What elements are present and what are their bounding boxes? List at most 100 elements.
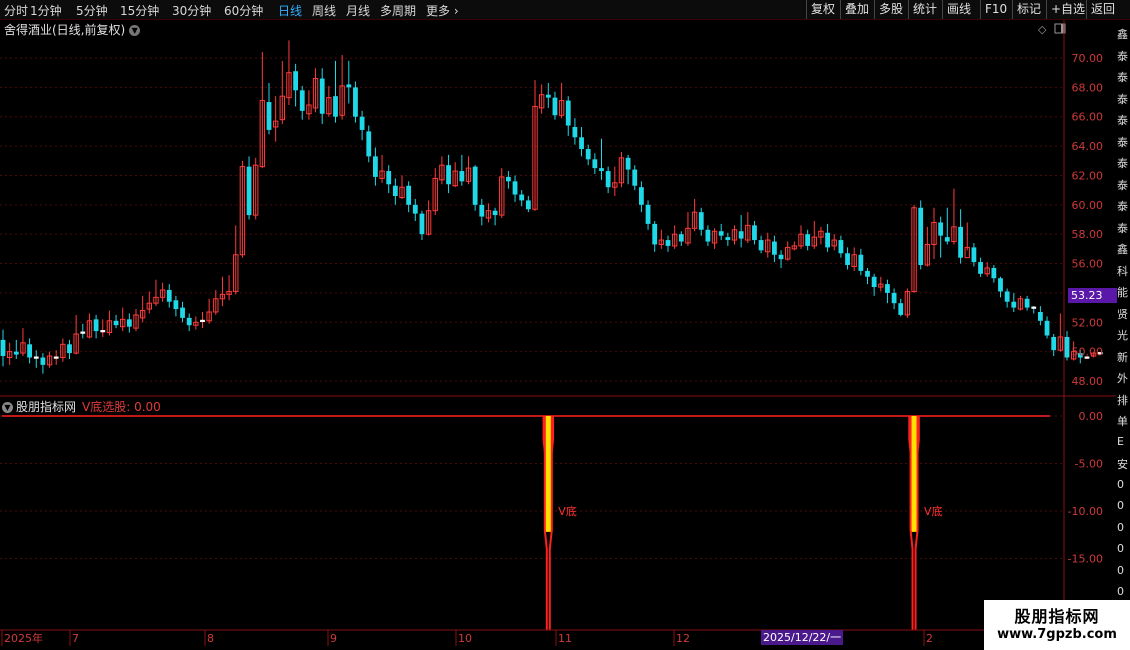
candle[interactable] bbox=[885, 279, 890, 304]
candle[interactable] bbox=[665, 235, 671, 252]
candle[interactable] bbox=[53, 350, 59, 365]
candle[interactable] bbox=[984, 262, 990, 277]
candle[interactable] bbox=[0, 329, 6, 367]
candle[interactable] bbox=[412, 198, 418, 221]
candle[interactable] bbox=[745, 212, 751, 243]
candle[interactable] bbox=[6, 342, 13, 365]
candle[interactable] bbox=[711, 228, 718, 249]
candle[interactable] bbox=[599, 138, 604, 180]
candle[interactable] bbox=[206, 298, 212, 324]
candle[interactable] bbox=[738, 215, 744, 248]
candle[interactable] bbox=[346, 60, 352, 104]
candle[interactable] bbox=[911, 204, 917, 293]
candle[interactable] bbox=[671, 225, 678, 249]
candle[interactable] bbox=[898, 298, 904, 317]
candle[interactable] bbox=[27, 338, 32, 364]
candle[interactable] bbox=[46, 351, 53, 368]
candle[interactable] bbox=[392, 178, 398, 205]
diamond-icon[interactable]: ◇ bbox=[1038, 23, 1047, 36]
candle[interactable] bbox=[13, 339, 19, 359]
candle[interactable] bbox=[525, 196, 531, 213]
candle[interactable] bbox=[272, 96, 279, 142]
candle[interactable] bbox=[73, 314, 79, 355]
candle[interactable] bbox=[924, 226, 931, 267]
candle[interactable] bbox=[998, 276, 1003, 298]
candle[interactable] bbox=[791, 241, 798, 251]
candle[interactable] bbox=[326, 85, 332, 117]
candle[interactable] bbox=[851, 247, 857, 271]
candle[interactable] bbox=[778, 250, 784, 268]
chevron-down-icon[interactable]: ▼ bbox=[2, 402, 13, 413]
candle[interactable] bbox=[579, 127, 584, 157]
candle[interactable] bbox=[818, 226, 824, 245]
candle[interactable] bbox=[286, 40, 292, 105]
candle[interactable] bbox=[186, 313, 192, 332]
candle[interactable] bbox=[259, 52, 266, 169]
candle[interactable] bbox=[472, 165, 478, 211]
candle[interactable] bbox=[366, 125, 372, 163]
candle[interactable] bbox=[685, 212, 691, 246]
candle[interactable] bbox=[373, 147, 378, 186]
candle[interactable] bbox=[1044, 316, 1050, 339]
candle[interactable] bbox=[485, 203, 492, 223]
candle[interactable] bbox=[226, 275, 232, 301]
candle[interactable] bbox=[858, 248, 864, 276]
candle[interactable] bbox=[299, 85, 305, 120]
candle[interactable] bbox=[319, 68, 325, 125]
candle[interactable] bbox=[359, 110, 365, 141]
candle[interactable] bbox=[399, 175, 405, 199]
candle[interactable] bbox=[200, 311, 205, 329]
candle[interactable] bbox=[558, 82, 565, 119]
candle[interactable] bbox=[312, 68, 319, 113]
candle[interactable] bbox=[971, 242, 977, 267]
candle[interactable] bbox=[798, 225, 804, 249]
candle[interactable] bbox=[772, 235, 777, 263]
candle[interactable] bbox=[439, 156, 445, 185]
candle[interactable] bbox=[113, 314, 119, 329]
candle[interactable] bbox=[1004, 288, 1010, 308]
candle[interactable] bbox=[173, 295, 179, 317]
candle[interactable] bbox=[1051, 334, 1057, 357]
candle[interactable] bbox=[698, 207, 704, 236]
candle[interactable] bbox=[1031, 306, 1037, 314]
candle[interactable] bbox=[758, 235, 764, 254]
candle[interactable] bbox=[725, 232, 731, 246]
candle[interactable] bbox=[811, 220, 817, 249]
candle[interactable] bbox=[60, 338, 66, 362]
candle[interactable] bbox=[831, 234, 837, 251]
candle[interactable] bbox=[80, 323, 86, 339]
candle[interactable] bbox=[678, 231, 684, 246]
candle[interactable] bbox=[406, 181, 412, 213]
candle[interactable] bbox=[246, 156, 252, 220]
candle[interactable] bbox=[1038, 306, 1043, 326]
candle[interactable] bbox=[133, 309, 139, 332]
candle[interactable] bbox=[572, 118, 578, 145]
candle[interactable] bbox=[632, 165, 638, 191]
candle[interactable] bbox=[991, 265, 997, 283]
candle[interactable] bbox=[931, 207, 937, 260]
candle[interactable] bbox=[180, 301, 185, 323]
candle[interactable] bbox=[86, 313, 93, 339]
candle[interactable] bbox=[705, 225, 711, 246]
candle[interactable] bbox=[425, 200, 432, 236]
candle[interactable] bbox=[585, 144, 591, 166]
candle[interactable] bbox=[1064, 331, 1070, 361]
candle[interactable] bbox=[592, 153, 598, 174]
candle[interactable] bbox=[625, 154, 631, 185]
candle[interactable] bbox=[652, 220, 658, 252]
candle[interactable] bbox=[612, 166, 618, 197]
candle[interactable] bbox=[93, 314, 99, 339]
candle[interactable] bbox=[718, 223, 724, 241]
candle[interactable] bbox=[219, 276, 226, 307]
candle[interactable] bbox=[565, 96, 571, 136]
candle[interactable] bbox=[465, 156, 472, 185]
candle[interactable] bbox=[67, 339, 72, 359]
candle[interactable] bbox=[106, 310, 113, 336]
candle[interactable] bbox=[512, 175, 518, 202]
candle[interactable] bbox=[658, 229, 665, 249]
candle[interactable] bbox=[153, 279, 159, 307]
candle[interactable] bbox=[825, 223, 830, 252]
candle[interactable] bbox=[532, 80, 538, 211]
candle[interactable] bbox=[958, 209, 963, 264]
candle[interactable] bbox=[618, 151, 625, 188]
